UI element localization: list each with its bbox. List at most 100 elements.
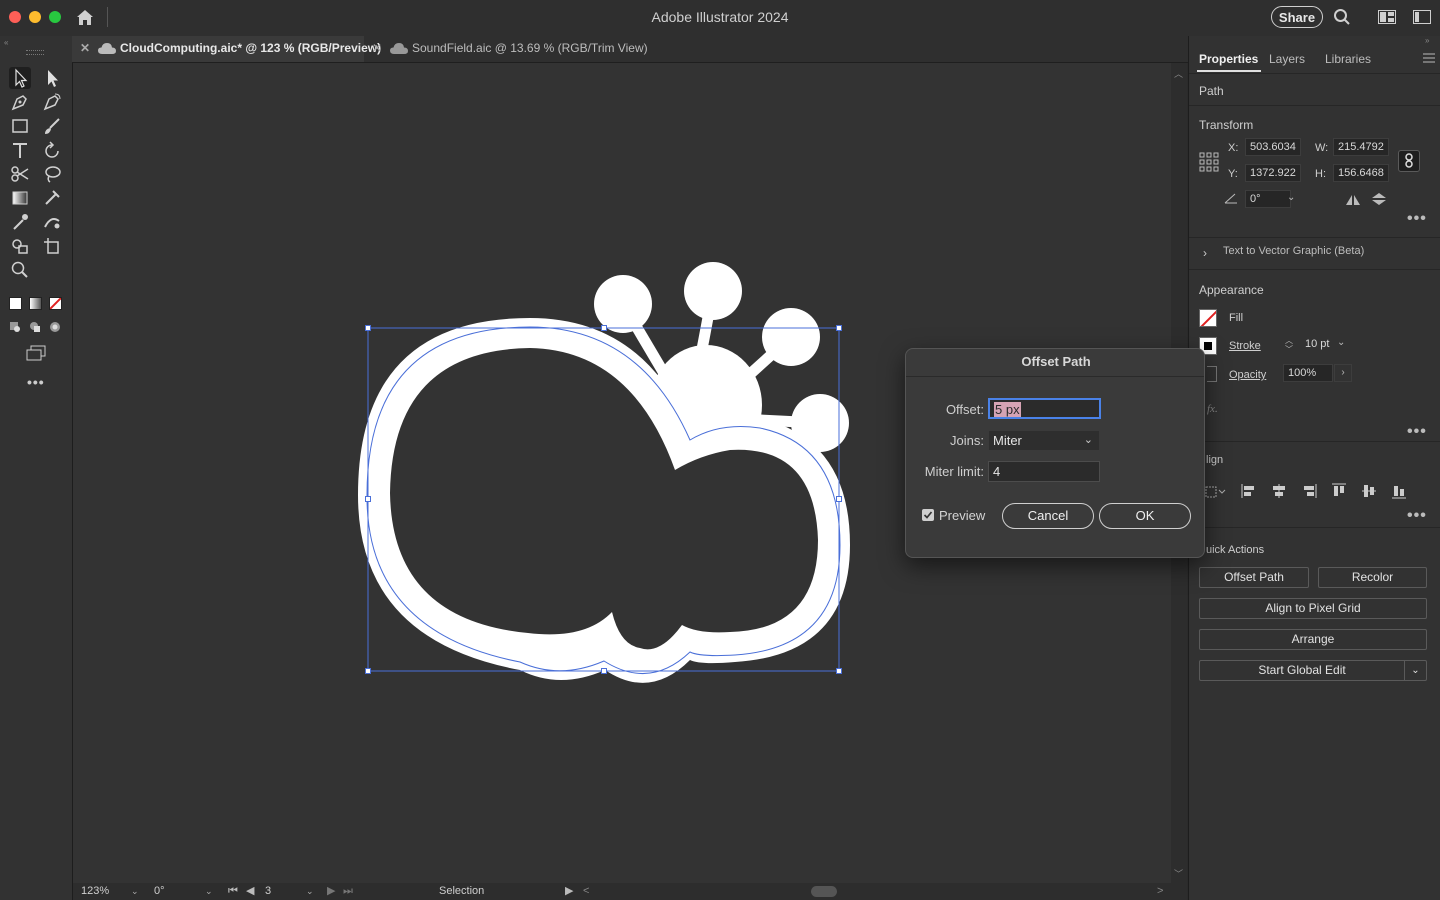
rotate-tool-icon[interactable] — [41, 139, 63, 161]
offset-input[interactable]: 5 px — [988, 398, 1101, 419]
next-artboard-icon[interactable]: ▶ — [327, 884, 335, 899]
offset-path-button[interactable]: Offset Path — [1199, 567, 1309, 588]
none-swatch[interactable] — [49, 297, 62, 310]
stroke-stepper-icon[interactable]: ︿ ﹀ — [1285, 336, 1293, 354]
tab-soundfield[interactable]: ✕ SoundField.aic @ 13.69 % (RGB/Trim Vie… — [364, 36, 664, 62]
rotate-field[interactable]: 0° — [1245, 190, 1291, 208]
artboard-dropdown-icon[interactable]: ⌄ — [306, 884, 314, 899]
recolor-button[interactable]: Recolor — [1318, 567, 1427, 588]
align-more-icon[interactable]: ••• — [1407, 507, 1427, 525]
horizontal-scroll-thumb[interactable] — [811, 886, 837, 897]
stroke-dropdown-icon[interactable]: ⌄ — [1337, 337, 1345, 348]
align-to-dropdown-icon[interactable] — [1205, 485, 1226, 499]
tab-properties[interactable]: Properties — [1199, 52, 1258, 66]
tab-layers[interactable]: Layers — [1269, 52, 1305, 66]
mesh-tool-icon[interactable] — [41, 187, 63, 209]
draw-normal-icon[interactable] — [9, 321, 21, 333]
blend-tool-icon[interactable] — [41, 211, 63, 233]
preview-checkbox[interactable] — [922, 509, 934, 521]
previous-artboard-icon[interactable]: ◀ — [246, 884, 254, 899]
zoom-dropdown-icon[interactable]: ⌄ — [131, 884, 139, 899]
paintbrush-tool-icon[interactable] — [41, 115, 63, 137]
eyedropper-tool-icon[interactable] — [9, 211, 31, 233]
curvature-tool-icon[interactable] — [41, 91, 63, 113]
ok-button[interactable]: OK — [1099, 503, 1191, 529]
last-artboard-icon[interactable]: ⏭ — [343, 884, 353, 899]
align-to-pixel-grid-button[interactable]: Align to Pixel Grid — [1199, 598, 1427, 619]
transform-more-icon[interactable]: ••• — [1407, 210, 1427, 228]
align-right-icon[interactable] — [1301, 483, 1317, 499]
opacity-field[interactable]: 100% — [1283, 364, 1333, 382]
draw-inside-icon[interactable] — [49, 321, 61, 333]
global-edit-options-icon[interactable]: ⌄ — [1404, 660, 1427, 681]
stroke-weight-field[interactable]: 10 pt — [1301, 336, 1337, 354]
joins-select[interactable]: Miter ⌄ — [988, 430, 1100, 451]
collapse-panel-icon[interactable]: » — [1425, 36, 1429, 45]
panel-menu-icon[interactable] — [1423, 52, 1435, 63]
reference-point-icon[interactable] — [1199, 152, 1219, 172]
opacity-expand-icon[interactable]: › — [1334, 364, 1352, 382]
height-field[interactable]: 156.6468 — [1333, 164, 1389, 182]
collapse-tools-icon[interactable]: « — [4, 38, 8, 47]
gradient-swatch[interactable] — [29, 297, 42, 310]
y-field[interactable]: 1372.922 — [1245, 164, 1301, 182]
tab-libraries[interactable]: Libraries — [1325, 52, 1371, 66]
flip-horizontal-icon[interactable] — [1345, 194, 1361, 206]
lasso-tool-icon[interactable] — [41, 163, 63, 185]
screen-mode-icon[interactable] — [25, 344, 47, 362]
miter-limit-input[interactable]: 4 — [988, 461, 1100, 482]
rectangle-tool-icon[interactable] — [9, 115, 31, 137]
type-tool-icon[interactable] — [9, 139, 31, 161]
shape-builder-tool-icon[interactable] — [9, 235, 31, 257]
width-field[interactable]: 215.4792 — [1333, 138, 1389, 156]
stroke-label[interactable]: Stroke — [1229, 340, 1261, 352]
align-horizontal-center-icon[interactable] — [1271, 483, 1287, 499]
first-artboard-icon[interactable]: ⏮ — [228, 884, 238, 899]
flip-vertical-icon[interactable] — [1371, 192, 1387, 206]
scissors-tool-icon[interactable] — [9, 163, 31, 185]
close-tab-icon[interactable]: ✕ — [80, 36, 90, 60]
x-field[interactable]: 503.6034 — [1245, 138, 1301, 156]
scroll-down-icon[interactable]: ﹀ — [1174, 867, 1183, 880]
zoom-tool-icon[interactable] — [9, 259, 31, 281]
arrange-button[interactable]: Arrange — [1199, 629, 1427, 650]
align-bottom-icon[interactable] — [1391, 483, 1407, 499]
rotation-dropdown-icon[interactable]: ⌄ — [205, 884, 213, 899]
gradient-tool-icon[interactable] — [9, 187, 31, 209]
start-global-edit-button[interactable]: Start Global Edit — [1199, 660, 1405, 681]
fx-icon[interactable]: fx. — [1207, 403, 1218, 415]
share-button[interactable]: Share — [1271, 6, 1323, 28]
artboard-number-field[interactable]: 3 — [265, 884, 295, 899]
close-tab-icon[interactable]: ✕ — [372, 36, 382, 60]
search-icon[interactable] — [1333, 8, 1351, 26]
align-left-icon[interactable] — [1241, 483, 1257, 499]
chevron-right-icon[interactable]: › — [1203, 246, 1207, 260]
scroll-left-icon[interactable]: < — [583, 884, 589, 899]
draw-behind-icon[interactable] — [29, 321, 41, 333]
artboard-tool-icon[interactable] — [41, 235, 63, 257]
direct-selection-tool-icon[interactable] — [41, 67, 63, 89]
tab-cloudcomputing[interactable]: ✕ CloudComputing.aic* @ 123 % (RGB/Previ… — [72, 36, 381, 62]
fill-color-swatch[interactable] — [1199, 309, 1217, 327]
scroll-up-icon[interactable]: ︿ — [1174, 67, 1183, 80]
scroll-right-icon[interactable]: > — [1157, 884, 1163, 899]
opacity-label[interactable]: Opacity — [1229, 369, 1266, 381]
align-vertical-center-icon[interactable] — [1361, 483, 1377, 499]
more-tools-icon[interactable]: ••• — [27, 374, 45, 390]
constrain-proportions-icon[interactable] — [1398, 150, 1420, 172]
workspace-switcher-icon[interactable] — [1378, 10, 1396, 24]
fill-swatch[interactable] — [9, 297, 22, 310]
status-bar: 123% ⌄ 0° ⌄ ⏮ ◀ 3 ⌄ ▶ ⏭ Selection ▶ < > — [73, 883, 1187, 900]
selection-tool-icon[interactable] — [9, 67, 31, 89]
panel-toggle-icon[interactable] — [1413, 10, 1431, 24]
cancel-button[interactable]: Cancel — [1002, 503, 1094, 529]
preview-label[interactable]: Preview — [939, 508, 985, 523]
status-menu-icon[interactable]: ▶ — [565, 884, 573, 899]
appearance-more-icon[interactable]: ••• — [1407, 423, 1427, 441]
pen-tool-icon[interactable] — [9, 91, 31, 113]
rotate-dropdown-icon[interactable]: ⌄ — [1287, 192, 1295, 203]
align-top-icon[interactable] — [1331, 483, 1347, 499]
text-to-vector-label[interactable]: Text to Vector Graphic (Beta) — [1223, 245, 1364, 257]
grip-icon[interactable] — [26, 50, 44, 55]
rotation-field[interactable]: 0° — [154, 884, 204, 899]
